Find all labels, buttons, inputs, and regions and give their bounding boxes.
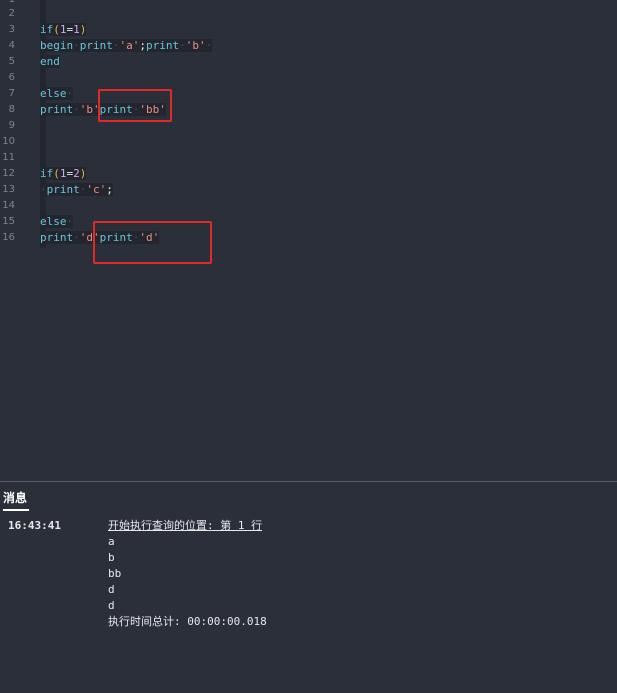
- editor-line-9[interactable]: 9: [0, 118, 617, 134]
- line-number: 9: [8, 120, 15, 131]
- line-number: 8: [8, 104, 15, 115]
- sql-editor[interactable]: 1 2 3 if(1=1) 4 begin·print·'a';print·'b…: [0, 0, 617, 481]
- code-text: if(1=1): [40, 23, 87, 36]
- line-number: 7: [8, 88, 15, 99]
- code-text: begin·print·'a';print·'b'·: [40, 39, 213, 52]
- editor-line-4[interactable]: 4 begin·print·'a';print·'b'·: [0, 38, 617, 54]
- editor-line-7[interactable]: 7 else·: [0, 86, 617, 102]
- tab-active-indicator: [3, 509, 29, 511]
- editor-line-8[interactable]: 8 print·'b'print·'bb': [0, 102, 617, 118]
- editor-line-14[interactable]: 14: [0, 198, 617, 214]
- editor-line-10[interactable]: 10: [0, 134, 617, 150]
- editor-line-13[interactable]: 13 ·print·'c';: [0, 182, 617, 198]
- code-text: else·: [40, 87, 74, 100]
- line-number: 11: [2, 152, 15, 163]
- line-number: 12: [2, 168, 15, 179]
- message-footer: 执行时间总计: 00:00:00.018: [108, 615, 267, 628]
- code-text: else·: [40, 215, 74, 228]
- line-number: 3: [8, 24, 15, 35]
- line-number: 14: [2, 200, 15, 211]
- editor-line-5[interactable]: 5 end: [0, 54, 617, 70]
- line-number: 10: [2, 136, 15, 147]
- editor-line-6[interactable]: 6: [0, 70, 617, 86]
- message-output: d: [108, 583, 115, 596]
- message-output: b: [108, 551, 115, 564]
- message-header: 开始执行查询的位置: 第 1 行: [108, 519, 263, 532]
- line-number: 2: [8, 8, 15, 19]
- line-number: 15: [2, 216, 15, 227]
- line-number: 4: [8, 40, 15, 51]
- editor-line-3[interactable]: 3 if(1=1): [0, 22, 617, 38]
- line-number: 5: [8, 56, 15, 67]
- highlight-box-2: [93, 221, 212, 264]
- message-output: bb: [108, 567, 122, 580]
- tab-messages[interactable]: 消息: [3, 489, 27, 506]
- editor-line-12[interactable]: 12 if(1=2): [0, 166, 617, 182]
- highlight-box-1: [98, 89, 172, 122]
- code-text: ·print·'c';: [40, 183, 113, 196]
- line-number: 6: [8, 72, 15, 83]
- code-text: end: [40, 55, 60, 68]
- editor-line-11[interactable]: 11: [0, 150, 617, 166]
- editor-line-2[interactable]: 2: [0, 6, 617, 22]
- line-number: 13: [2, 184, 15, 195]
- messages-panel: 消息 16:43:41 开始执行查询的位置: 第 1 行 a b bb d d …: [0, 482, 617, 693]
- line-number: 16: [2, 232, 15, 243]
- code-text: if(1=2): [40, 167, 87, 180]
- message-output: a: [108, 535, 115, 548]
- message-timestamp: 16:43:41: [8, 519, 61, 532]
- message-output: d: [108, 599, 115, 612]
